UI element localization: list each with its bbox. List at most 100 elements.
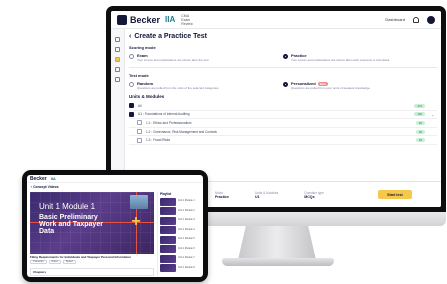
brand-name: Becker: [130, 14, 161, 25]
divider: [129, 67, 437, 68]
beta-badge: Beta: [317, 81, 328, 86]
playlist-item[interactable]: Unit 1 Module 5: [160, 235, 201, 245]
breadcrumb[interactable]: ‹ Concept Videos: [31, 185, 59, 189]
option-desc: Questions are pulled from the units of t…: [137, 86, 220, 90]
video-controls: Transcript Notes Speed: [30, 260, 154, 265]
question-count-badge: 120: [414, 112, 425, 117]
back-arrow-icon[interactable]: ‹: [129, 33, 131, 40]
unit-checkbox[interactable]: [129, 103, 134, 109]
partner-logo: IIA: [165, 15, 176, 24]
summary-key: Units & Modules: [255, 190, 279, 195]
video-thumbnail: [160, 235, 176, 244]
summary-key: Question type: [304, 190, 324, 195]
tablet-partner-logo: IIA: [50, 176, 56, 181]
summary-value: U1: [255, 194, 260, 199]
playlist: Playlist Unit 1 Module 1 Unit 1 Module 2U…: [157, 192, 201, 276]
home-icon[interactable]: [115, 37, 120, 42]
plus-icon: +: [131, 213, 141, 230]
presenter-thumbnail: [130, 195, 148, 209]
video-control-button[interactable]: Transcript: [30, 260, 47, 264]
page-title: ‹ Create a Practice Test: [129, 33, 437, 40]
chart-icon[interactable]: [115, 67, 120, 72]
unit-label: U1 : Foundations of Internal Auditing: [138, 112, 190, 117]
option-desc: Your scores and explanations are shown a…: [291, 58, 390, 62]
video-thumbnail: [160, 197, 176, 206]
test-mode-label: Test mode: [129, 73, 149, 78]
playlist-item[interactable]: Unit 1 Module 6: [160, 245, 201, 255]
playlist-item-title: Unit 1 Module 3: [178, 218, 195, 222]
test-option-personalized[interactable]: Personalized Beta Questions are pulled f…: [283, 81, 437, 90]
question-count-badge: 472: [414, 103, 425, 108]
page-title-text: Create a Practice Test: [134, 33, 207, 40]
question-count-badge: 18: [415, 138, 425, 143]
video-title-line2: Basic Preliminary Work and Taxpayer Data: [39, 214, 103, 235]
tablet-brand: Becker: [30, 175, 47, 182]
video-caption: Filing Requirements for Individuals and …: [30, 255, 131, 259]
unit-checkbox[interactable]: [137, 137, 142, 143]
radio-personalized[interactable]: [283, 82, 288, 87]
unit-checkbox[interactable]: [137, 129, 142, 135]
settings-icon[interactable]: [115, 77, 120, 82]
playlist-item-title: Unit 1 Module 7: [178, 256, 195, 260]
summary-value: MCQs: [304, 194, 315, 199]
unit-row[interactable]: U1 : Foundations of Internal Auditing 120…: [129, 111, 437, 120]
dashboard-link[interactable]: Dashboard: [385, 17, 405, 22]
playlist-item-title: Unit 1 Module 1: [178, 199, 195, 203]
video-control-button[interactable]: Speed: [62, 260, 76, 264]
video-thumbnail: [160, 254, 176, 263]
unit-row[interactable]: 1.3 : Fraud Risks 18: [129, 136, 437, 145]
playlist-item[interactable]: Unit 1 Module 3: [160, 216, 201, 226]
video-player[interactable]: + Unit 1 Module 1 Basic Preliminary Work…: [30, 192, 154, 254]
playlist-item[interactable]: Unit 1 Module 1: [160, 197, 201, 207]
practice-icon[interactable]: [115, 57, 120, 62]
avatar[interactable]: [427, 15, 435, 24]
unit-checkbox[interactable]: [129, 111, 134, 117]
playlist-item-title: Unit 1 Module 5: [178, 237, 195, 241]
tablet-topbar: Becker IIA: [27, 175, 203, 183]
video-thumbnail: [160, 226, 176, 235]
playlist-item[interactable]: Unit 1 Module 4: [160, 226, 201, 236]
question-count-badge: 30: [415, 129, 425, 134]
radio-exam[interactable]: [129, 54, 134, 59]
radio-practice[interactable]: [283, 54, 288, 59]
summary-question-type: Question type MCQs: [304, 191, 324, 199]
scoring-option-exam[interactable]: Exam Your scores and explanations are sh…: [129, 53, 283, 62]
units-title: Units & Modules: [129, 94, 165, 99]
unit-row[interactable]: 1.1 : Ethics and Professionalism 20: [129, 119, 437, 128]
exam-badge: CMA Exam Review: [181, 13, 193, 26]
units-list: All 472 U1 : Foundations of Internal Audit…: [129, 102, 437, 145]
playlist-item-title: Unit 1 Module 8: [178, 265, 195, 269]
book-icon[interactable]: [115, 47, 120, 52]
video-thumbnail: [160, 264, 176, 273]
tablet-device: Becker IIA ‹ Concept Videos + Unit 1 Mod…: [22, 170, 208, 282]
playlist-item-title: Unit 1 Module 6: [178, 246, 195, 250]
playlist-item[interactable]: Unit 1 Module 2: [160, 207, 201, 217]
playlist-item[interactable]: Unit 1 Module 8: [160, 264, 201, 274]
bell-icon[interactable]: [413, 16, 419, 23]
video-thumbnail: [160, 207, 176, 216]
app-topbar: Becker IIA CMA Exam Review Dashboard: [111, 11, 441, 29]
chevron-down-icon[interactable]: ⌄: [431, 112, 437, 117]
playlist-item[interactable]: Unit 1 Module 7: [160, 254, 201, 264]
tablet-screen: Becker IIA ‹ Concept Videos + Unit 1 Mod…: [27, 175, 203, 277]
scoring-option-practice[interactable]: Practice Your scores and explanations ar…: [283, 53, 437, 62]
becker-logo-icon: [117, 14, 127, 25]
unit-label: All: [138, 103, 142, 108]
unit-label: 1.2 : Governance, Risk Management and Co…: [146, 129, 217, 134]
video-thumbnail: [160, 216, 176, 225]
unit-row[interactable]: 1.2 : Governance, Risk Management and Co…: [129, 128, 437, 137]
test-option-random[interactable]: Random Questions are pulled from the uni…: [129, 81, 283, 90]
chapters-panel[interactable]: Chapters: [30, 268, 154, 276]
scoring-mode-label: Scoring mode: [129, 45, 156, 50]
unit-checkbox[interactable]: [137, 120, 142, 126]
breadcrumb-text: Concept Videos: [33, 185, 59, 189]
question-count-badge: 20: [415, 120, 425, 125]
monitor-stand: [238, 226, 316, 260]
start-test-button[interactable]: Start test: [377, 190, 412, 199]
unit-row[interactable]: All 472: [129, 102, 437, 111]
video-control-button[interactable]: Notes: [48, 260, 61, 264]
unit-label: 1.3 : Fraud Risks: [146, 138, 171, 143]
video-thumbnail: [160, 245, 176, 254]
scoring-mode-options: Exam Your scores and explanations are sh…: [129, 53, 437, 62]
radio-random[interactable]: [129, 82, 134, 87]
